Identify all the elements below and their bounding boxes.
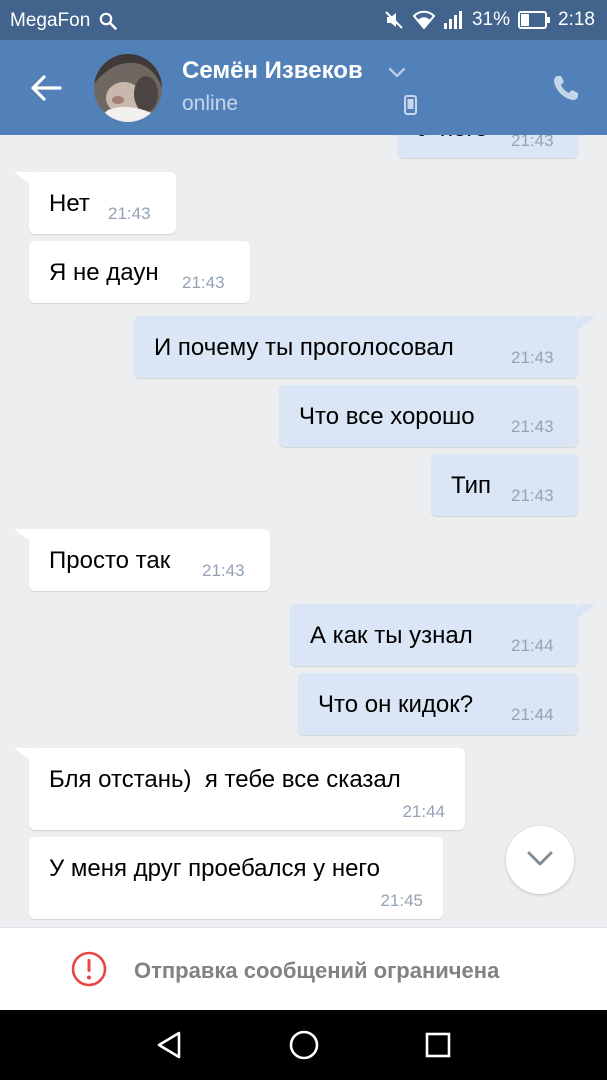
message-outgoing[interactable]: Что все хорошо 21:43 [279, 385, 578, 447]
message-time: 21:44 [511, 636, 554, 655]
chevron-down-icon[interactable] [388, 67, 406, 79]
message-text: Что все хорошо [299, 403, 475, 430]
warning-icon [71, 951, 107, 987]
message-outgoing[interactable]: Тип 21:43 [431, 454, 578, 516]
nav-home-icon[interactable] [288, 1029, 320, 1061]
contact-name[interactable]: Семён Извеков [182, 57, 363, 85]
message-text: Нет [49, 190, 90, 217]
scroll-to-bottom-button[interactable] [506, 826, 574, 894]
phone-call-icon[interactable] [551, 73, 581, 103]
chat-header: Семён Извеков online [0, 40, 607, 135]
wifi-icon [412, 10, 436, 30]
message-incoming[interactable]: У меня друг проебался у него 21:45 [29, 837, 443, 919]
message-time: 21:43 [511, 135, 554, 150]
message-outgoing[interactable]: Что он кидок? 21:44 [298, 673, 578, 735]
avatar[interactable] [94, 54, 162, 122]
message-text: Тип [451, 472, 492, 499]
nav-recents-icon[interactable] [424, 1031, 452, 1059]
message-incoming[interactable]: Я не даун 21:43 [29, 241, 250, 303]
message-outgoing[interactable]: У него 21:43 [398, 135, 578, 158]
back-arrow-icon[interactable] [28, 70, 64, 106]
chevron-down-icon [527, 851, 553, 866]
message-incoming[interactable]: Нет 21:43 [29, 172, 176, 234]
message-text: А как ты узнал [310, 622, 473, 649]
message-incoming[interactable]: Бля отстань) я тебе все сказал 21:44 [29, 748, 465, 830]
message-text: У него [418, 135, 488, 143]
message-time: 21:43 [108, 204, 151, 223]
message-text: И почему ты проголосовал [154, 334, 454, 361]
signal-icon [443, 11, 462, 29]
message-time: 21:43 [202, 561, 245, 580]
battery-icon [518, 11, 551, 29]
status-bar: MegaFon 31% 2:18 [0, 0, 607, 40]
message-text: У меня друг проебался у него [49, 855, 381, 882]
message-time: 21:44 [402, 802, 445, 821]
search-icon [99, 12, 117, 30]
nav-back-icon[interactable] [155, 1030, 183, 1060]
message-text: Бля отстань) я тебе все сказал [49, 766, 401, 793]
message-time: 21:44 [511, 705, 554, 724]
restricted-message: Отправка сообщений ограничена [134, 958, 500, 983]
message-outgoing[interactable]: А как ты узнал 21:44 [290, 604, 578, 666]
clock: 2:18 [558, 9, 595, 30]
message-incoming[interactable]: Просто так 21:43 [29, 529, 270, 591]
message-time: 21:45 [380, 891, 423, 910]
carrier-label: MegaFon [10, 10, 91, 31]
message-text: Просто так [49, 547, 171, 574]
mobile-device-icon [404, 95, 417, 115]
system-nav-bar [0, 1010, 607, 1080]
battery-percent: 31% [471, 9, 511, 30]
mute-icon [385, 11, 403, 29]
message-time: 21:43 [511, 417, 554, 436]
messaging-restricted-bar: Отправка сообщений ограничена [0, 927, 607, 1010]
message-time: 21:43 [182, 273, 225, 292]
message-outgoing[interactable]: И почему ты проголосовал 21:43 [134, 316, 578, 378]
message-list[interactable]: У него 21:43 Нет 21:43 Я не даун 21:43 И… [0, 135, 607, 927]
message-time: 21:43 [511, 348, 554, 367]
message-time: 21:43 [511, 486, 554, 505]
message-text: Что он кидок? [318, 691, 474, 718]
message-text: Я не даун [49, 259, 159, 286]
online-status: online [182, 92, 239, 115]
